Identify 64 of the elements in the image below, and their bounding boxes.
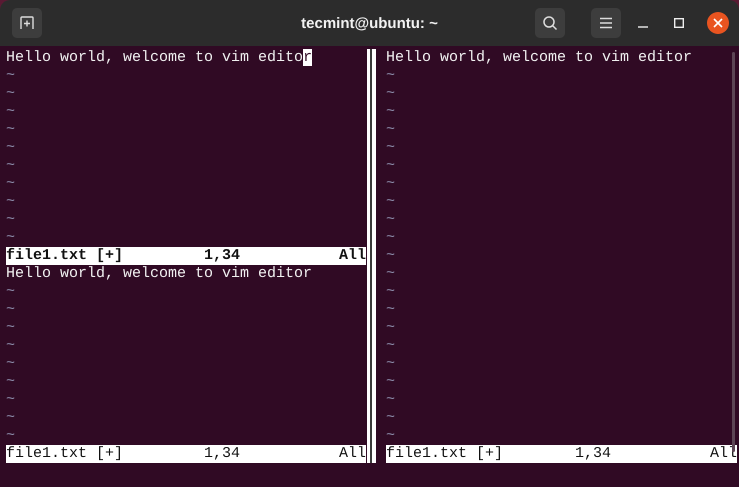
empty-line-marker: ~ xyxy=(6,391,15,409)
text-cursor: r xyxy=(303,49,312,66)
search-icon xyxy=(542,15,558,31)
empty-line-marker: ~ xyxy=(386,355,395,373)
close-icon xyxy=(713,18,723,28)
empty-line-marker: ~ xyxy=(386,157,395,175)
empty-line-marker: ~ xyxy=(386,409,395,427)
empty-line-marker: ~ xyxy=(386,211,395,229)
new-tab-button[interactable] xyxy=(12,8,42,38)
empty-line-marker: ~ xyxy=(6,175,15,193)
maximize-icon xyxy=(674,18,684,28)
text-line: Hello world, welcome to vim editor xyxy=(6,49,314,67)
empty-line-marker: ~ xyxy=(6,103,15,121)
empty-line-marker: ~ xyxy=(6,229,15,247)
empty-line-marker: ~ xyxy=(386,373,395,391)
empty-line-marker: ~ xyxy=(6,319,15,337)
empty-line-marker: ~ xyxy=(386,265,395,283)
empty-line-marker: ~ xyxy=(386,103,395,121)
empty-line-marker: ~ xyxy=(386,247,395,265)
scroll-position: All xyxy=(338,247,366,265)
text-line: Hello world, welcome to vim editor xyxy=(386,49,694,67)
empty-line-marker: ~ xyxy=(386,67,395,85)
cursor-position: 1,34 xyxy=(574,445,611,463)
empty-line-marker: ~ xyxy=(386,427,395,445)
file-name: file1.txt [+] xyxy=(6,445,124,463)
file-name: file1.txt [+] xyxy=(6,247,124,265)
close-button[interactable] xyxy=(707,12,729,34)
empty-line-marker: ~ xyxy=(6,193,15,211)
empty-line-marker: ~ xyxy=(386,193,395,211)
empty-line-marker: ~ xyxy=(386,319,395,337)
empty-line-marker: ~ xyxy=(6,373,15,391)
menu-icon xyxy=(599,17,613,29)
new-tab-icon xyxy=(19,15,35,31)
empty-line-marker: ~ xyxy=(6,301,15,319)
window-title: tecmint@ubuntu: ~ xyxy=(301,14,438,32)
empty-line-marker: ~ xyxy=(386,391,395,409)
empty-line-marker: ~ xyxy=(6,283,15,301)
empty-line-marker: ~ xyxy=(6,67,15,85)
cursor-position: 1,34 xyxy=(204,445,240,463)
window-separator[interactable] xyxy=(367,49,376,463)
empty-line-marker: ~ xyxy=(6,157,15,175)
cursor-position: 1,34 xyxy=(204,247,240,265)
empty-line-marker: ~ xyxy=(6,85,15,103)
minimize-icon xyxy=(638,26,648,28)
text-line: Hello world, welcome to vim editor xyxy=(6,265,314,283)
empty-line-marker: ~ xyxy=(6,337,15,355)
empty-line-marker: ~ xyxy=(386,229,395,247)
empty-line-marker: ~ xyxy=(386,139,395,157)
menu-button[interactable] xyxy=(591,8,621,38)
empty-line-marker: ~ xyxy=(6,427,15,445)
empty-line-marker: ~ xyxy=(6,355,15,373)
empty-line-marker: ~ xyxy=(6,139,15,157)
empty-line-marker: ~ xyxy=(6,211,15,229)
scroll-position: All xyxy=(338,445,366,463)
empty-line-marker: ~ xyxy=(386,283,395,301)
empty-line-marker: ~ xyxy=(386,301,395,319)
search-button[interactable] xyxy=(535,8,565,38)
empty-line-marker: ~ xyxy=(6,409,15,427)
empty-line-marker: ~ xyxy=(6,121,15,139)
empty-line-marker: ~ xyxy=(386,121,395,139)
file-name: file1.txt [+] xyxy=(386,445,504,463)
empty-line-marker: ~ xyxy=(386,175,395,193)
empty-line-marker: ~ xyxy=(386,337,395,355)
empty-line-marker: ~ xyxy=(386,85,395,103)
